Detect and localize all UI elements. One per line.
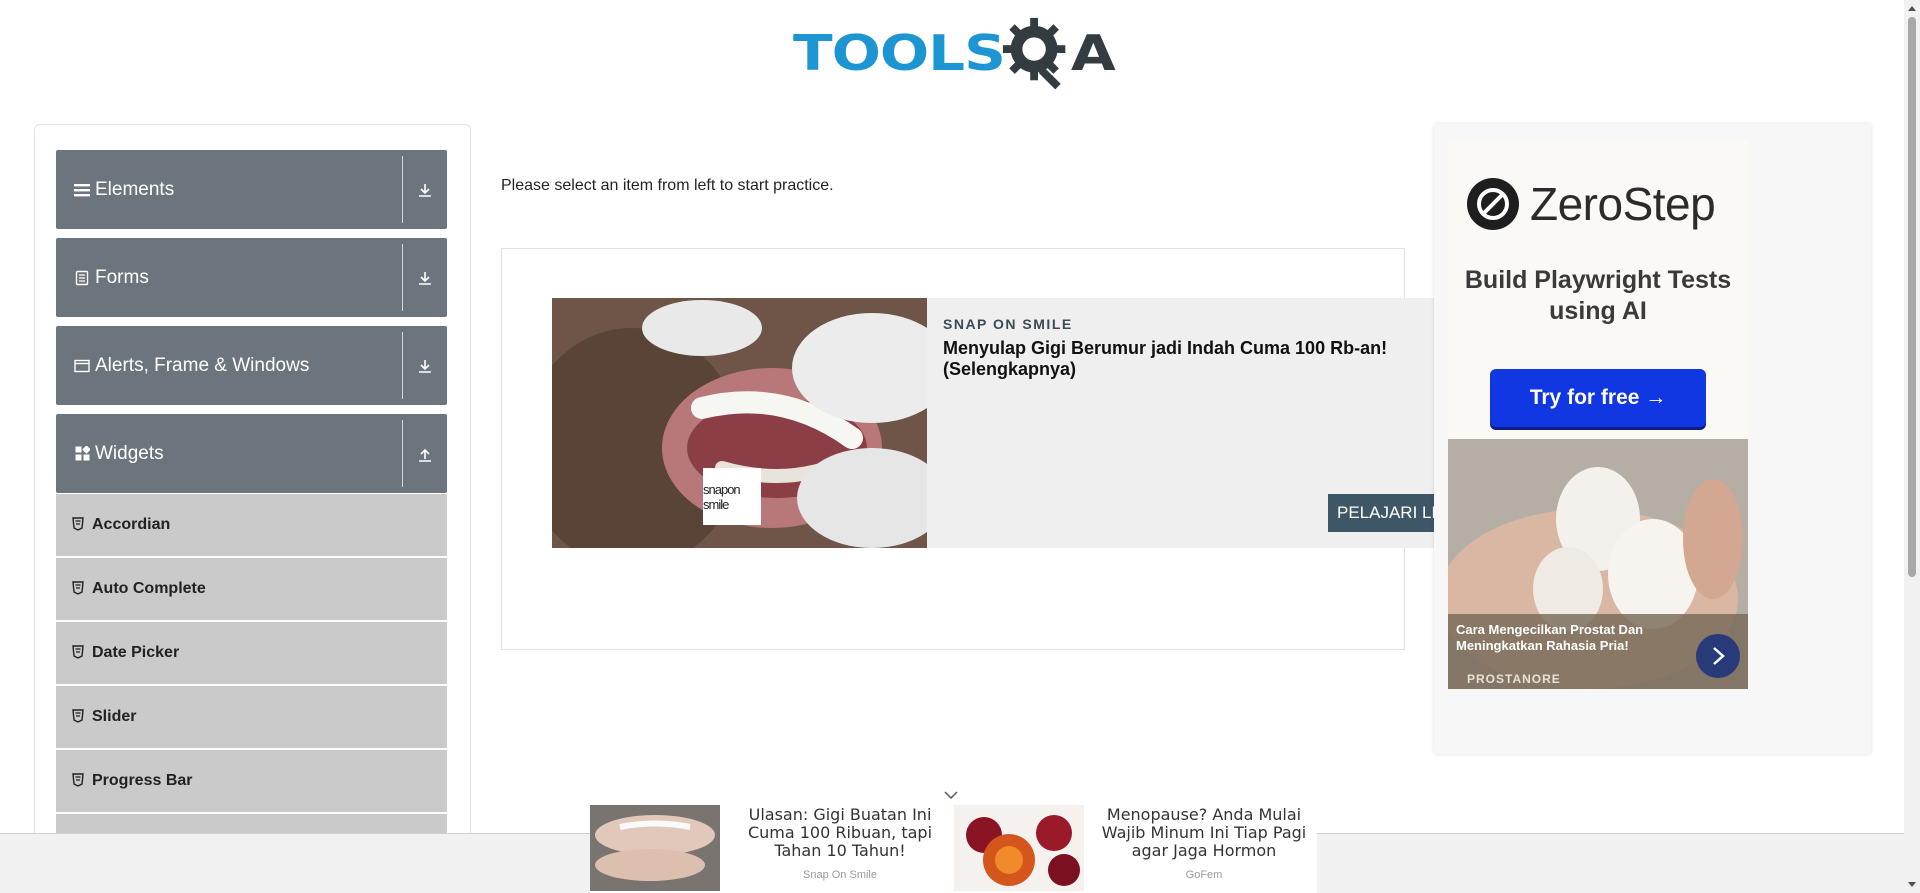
menu-item-date-picker[interactable]: Date Picker xyxy=(56,622,447,686)
group-header-forms[interactable]: Forms xyxy=(56,238,447,317)
widgets-menu-list: Accordian Auto Complete Date Picker Slid… xyxy=(56,494,447,878)
window-icon xyxy=(73,357,91,375)
upload-arrow-icon[interactable] xyxy=(403,446,447,462)
bottom-ad-card[interactable]: Ulasan: Gigi Buatan Ini Cuma 100 Ribuan,… xyxy=(590,803,954,893)
left-panel: Elements Forms Alerts, Frame & Windows W… xyxy=(34,124,471,893)
scroll-up-arrow-icon[interactable] xyxy=(1904,0,1920,16)
snap-on-smile-ad[interactable]: snapon smile SNAP ON SMILE Menyulap Gigi… xyxy=(552,298,1434,548)
try-for-free-button[interactable]: Try for free → xyxy=(1490,369,1706,427)
menu-item-slider[interactable]: Slider xyxy=(56,686,447,750)
right-ad-column: ZeroStep Build Playwright Tests using AI… xyxy=(1434,124,1871,754)
scroll-down-arrow-icon[interactable] xyxy=(1904,877,1920,893)
zerostep-tagline: Build Playwright Tests using AI xyxy=(1464,266,1732,325)
group-label-elements: Elements xyxy=(95,178,175,200)
ad-headline[interactable]: Menyulap Gigi Berumur jadi Indah Cuma 10… xyxy=(943,338,1403,380)
snap-on-smile-logo-text: snapon smile xyxy=(703,481,741,512)
widgets-icon xyxy=(73,445,91,463)
html5-icon xyxy=(72,517,86,533)
download-arrow-icon[interactable] xyxy=(403,182,447,198)
logo-text-tools: TOOLS xyxy=(793,24,1006,82)
zerostep-name: ZeroStep xyxy=(1530,178,1716,230)
html5-icon xyxy=(72,773,86,789)
scrollbar-thumb[interactable] xyxy=(1908,17,1916,577)
chevron-down-icon[interactable] xyxy=(943,788,959,800)
bottom-ad-source: Snap On Smile xyxy=(803,869,877,881)
instruction-text: Please select an item from left to start… xyxy=(501,177,834,194)
prostanore-ad[interactable]: Cara Mengecilkan Prostat Dan Meningkatka… xyxy=(1448,439,1748,689)
html5-icon xyxy=(72,581,86,597)
group-header-widgets[interactable]: Widgets xyxy=(56,414,447,493)
zerostep-ad[interactable]: ZeroStep Build Playwright Tests using AI… xyxy=(1448,139,1748,439)
download-arrow-icon[interactable] xyxy=(403,270,447,286)
group-label-alerts: Alerts, Frame & Windows xyxy=(95,354,310,376)
menu-item-auto-complete[interactable]: Auto Complete xyxy=(56,558,447,622)
ad-cta-button[interactable]: PELAJARI LEBIH LANJUT xyxy=(1328,494,1434,532)
bottom-ad-unit: Ulasan: Gigi Buatan Ini Cuma 100 Ribuan,… xyxy=(590,803,1317,893)
egg-ad-brand: PROSTANORE xyxy=(1467,672,1561,686)
snap-on-smile-logo: snapon smile xyxy=(703,468,761,525)
hamburger-icon xyxy=(73,181,91,199)
zerostep-logo-icon xyxy=(1467,178,1519,230)
menu-item-label: Auto Complete xyxy=(92,580,206,597)
group-label-widgets: Widgets xyxy=(95,442,164,464)
download-arrow-icon[interactable] xyxy=(403,358,447,374)
menu-item-progress-bar[interactable]: Progress Bar xyxy=(56,750,447,814)
menu-item-accordian[interactable]: Accordian xyxy=(56,494,447,558)
bottom-ad-title: Menopause? Anda Mulai Wajib Minum Ini Ti… xyxy=(1101,805,1307,860)
menu-item-label: Accordian xyxy=(92,516,171,533)
gear-magnifier-icon xyxy=(1002,17,1066,90)
group-header-elements[interactable]: Elements xyxy=(56,150,447,229)
ad-brand: SNAP ON SMILE xyxy=(943,316,1073,332)
html5-icon xyxy=(72,645,86,661)
menu-item-label: Date Picker xyxy=(92,644,180,661)
egg-ad-headline: Cara Mengecilkan Prostat Dan Meningkatka… xyxy=(1456,622,1644,653)
vertical-scrollbar[interactable] xyxy=(1904,0,1920,893)
html5-icon xyxy=(72,709,86,725)
logo-text-a: A xyxy=(1070,24,1116,82)
ad-caption: Cara Mengecilkan Prostat Dan Meningkatka… xyxy=(1448,614,1748,689)
menu-item-label: Progress Bar xyxy=(92,772,193,789)
bottom-ad-image-hands xyxy=(590,805,720,891)
group-header-alerts[interactable]: Alerts, Frame & Windows xyxy=(56,326,447,405)
bottom-ad-image-fruit xyxy=(954,805,1084,891)
bottom-ad-title: Ulasan: Gigi Buatan Ini Cuma 100 Ribuan,… xyxy=(747,805,933,860)
bottom-ad-card[interactable]: Menopause? Anda Mulai Wajib Minum Ini Ti… xyxy=(954,803,1318,893)
menu-item-label: Slider xyxy=(92,708,137,725)
chevron-right-icon[interactable] xyxy=(1696,634,1740,678)
document-icon xyxy=(73,269,91,287)
toolsqa-logo[interactable]: TOOLS A xyxy=(793,14,1118,92)
group-label-forms: Forms xyxy=(95,266,149,288)
bottom-ad-source: GoFem xyxy=(1185,869,1223,881)
